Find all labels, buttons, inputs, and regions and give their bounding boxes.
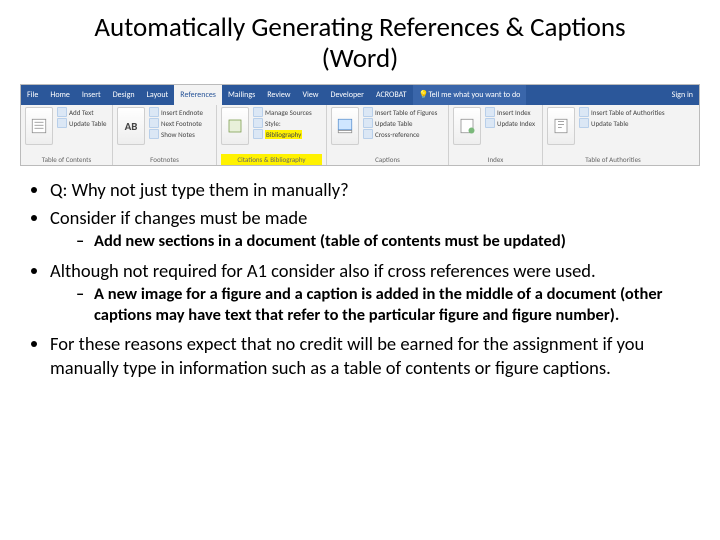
- mark-entry-button[interactable]: [453, 107, 481, 145]
- biblio-icon: [253, 129, 263, 139]
- bullet-1: Q: Why not just type them in manually?: [50, 178, 686, 202]
- title-line-1: Automatically Generating References & Ca…: [94, 11, 625, 44]
- insert-endnote-button[interactable]: Insert Endnote: [149, 107, 203, 117]
- toc-icon: [30, 117, 48, 135]
- bullet-2: Consider if changes must be made: [50, 206, 307, 229]
- next-footnote-button[interactable]: Next Footnote: [149, 118, 203, 128]
- insert-caption-button[interactable]: [331, 107, 359, 145]
- tell-me-search[interactable]: 💡 Tell me what you want to do: [413, 85, 527, 105]
- insert-citation-button[interactable]: [221, 107, 249, 145]
- insert-index-button[interactable]: Insert Index: [485, 107, 535, 117]
- ribbon-right: Sign in: [666, 85, 699, 105]
- bullet-4: For these reasons expect that no credit …: [50, 332, 686, 379]
- refresh-icon: [485, 118, 495, 128]
- word-ribbon-screenshot: File Home Insert Design Layout Reference…: [20, 84, 700, 166]
- group-citations: Manage Sources Style: Bibliography Citat…: [217, 105, 327, 165]
- ribbon-tab-bar: File Home Insert Design Layout Reference…: [21, 85, 699, 105]
- bibliography-button[interactable]: Bibliography: [253, 129, 312, 139]
- update-toa-button[interactable]: Update Table: [579, 118, 665, 128]
- slide: Automatically Generating References & Ca…: [0, 0, 720, 540]
- next-icon: [149, 118, 159, 128]
- group-index: Insert Index Update Index Index: [449, 105, 543, 165]
- refresh-icon: [363, 118, 373, 128]
- group-label-captions: Captions: [331, 154, 444, 165]
- notes-icon: [149, 129, 159, 139]
- title-line-2: (Word): [322, 42, 399, 75]
- add-text-button[interactable]: Add Text: [57, 107, 106, 117]
- group-footnotes: AB Insert Endnote Next Footnote Show Not…: [113, 105, 217, 165]
- tab-view[interactable]: View: [296, 85, 324, 105]
- tab-file[interactable]: File: [21, 85, 44, 105]
- update-index-button[interactable]: Update Index: [485, 118, 535, 128]
- group-label-authorities: Table of Authorities: [547, 154, 679, 165]
- slide-body: Q: Why not just type them in manually? C…: [0, 172, 720, 380]
- cross-reference-button[interactable]: Cross-reference: [363, 129, 437, 139]
- ribbon-body: Add Text Update Table Table of Contents …: [21, 105, 699, 165]
- tab-acrobat[interactable]: ACROBAT: [370, 85, 413, 105]
- toa-icon: [579, 107, 589, 117]
- table-of-contents-button[interactable]: [25, 107, 53, 145]
- group-captions: Insert Table of Figures Update Table Cro…: [327, 105, 449, 165]
- tab-developer[interactable]: Developer: [325, 85, 370, 105]
- update-figures-button[interactable]: Update Table: [363, 118, 437, 128]
- manage-sources-button[interactable]: Manage Sources: [253, 107, 312, 117]
- plus-icon: [57, 107, 67, 117]
- tab-layout[interactable]: Layout: [141, 85, 175, 105]
- slide-title: Automatically Generating References & Ca…: [0, 12, 720, 74]
- group-table-of-contents: Add Text Update Table Table of Contents: [21, 105, 113, 165]
- ab-icon: AB: [125, 120, 138, 133]
- citation-icon: [226, 117, 244, 135]
- group-authorities: Insert Table of Authorities Update Table…: [543, 105, 683, 165]
- tab-mailings[interactable]: Mailings: [222, 85, 261, 105]
- tab-references[interactable]: References: [174, 85, 222, 105]
- tab-design[interactable]: Design: [107, 85, 141, 105]
- refresh-icon: [579, 118, 589, 128]
- bullet-3a: A new image for a figure and a caption i…: [76, 284, 686, 326]
- crossref-icon: [363, 129, 373, 139]
- show-notes-button[interactable]: Show Notes: [149, 129, 203, 139]
- mark-citation-button[interactable]: [547, 107, 575, 145]
- bullet-3: Although not required for A1 consider al…: [50, 259, 596, 282]
- tab-insert[interactable]: Insert: [76, 85, 107, 105]
- tab-home[interactable]: Home: [44, 85, 76, 105]
- refresh-icon: [57, 118, 67, 128]
- insert-footnote-button[interactable]: AB: [117, 107, 145, 145]
- mark-citation-icon: [552, 117, 570, 135]
- sources-icon: [253, 107, 263, 117]
- group-label-footnotes: Footnotes: [117, 154, 212, 165]
- endnote-icon: [149, 107, 159, 117]
- bullet-2a: Add new sections in a document (table of…: [76, 231, 686, 252]
- sign-in-link[interactable]: Sign in: [666, 90, 699, 100]
- tell-me-label: Tell me what you want to do: [428, 90, 520, 100]
- mark-entry-icon: [458, 117, 476, 135]
- insert-toa-button[interactable]: Insert Table of Authorities: [579, 107, 665, 117]
- tab-review[interactable]: Review: [261, 85, 296, 105]
- figures-icon: [363, 107, 373, 117]
- group-label-toc: Table of Contents: [25, 154, 108, 165]
- group-label-index: Index: [453, 154, 538, 165]
- update-toc-button[interactable]: Update Table: [57, 118, 106, 128]
- insert-table-of-figures-button[interactable]: Insert Table of Figures: [363, 107, 437, 117]
- caption-icon: [336, 117, 354, 135]
- index-icon: [485, 107, 495, 117]
- lightbulb-icon: 💡: [419, 90, 429, 100]
- style-icon: [253, 118, 263, 128]
- group-label-citations: Citations & Bibliography: [221, 154, 322, 165]
- style-dropdown[interactable]: Style:: [253, 118, 312, 128]
